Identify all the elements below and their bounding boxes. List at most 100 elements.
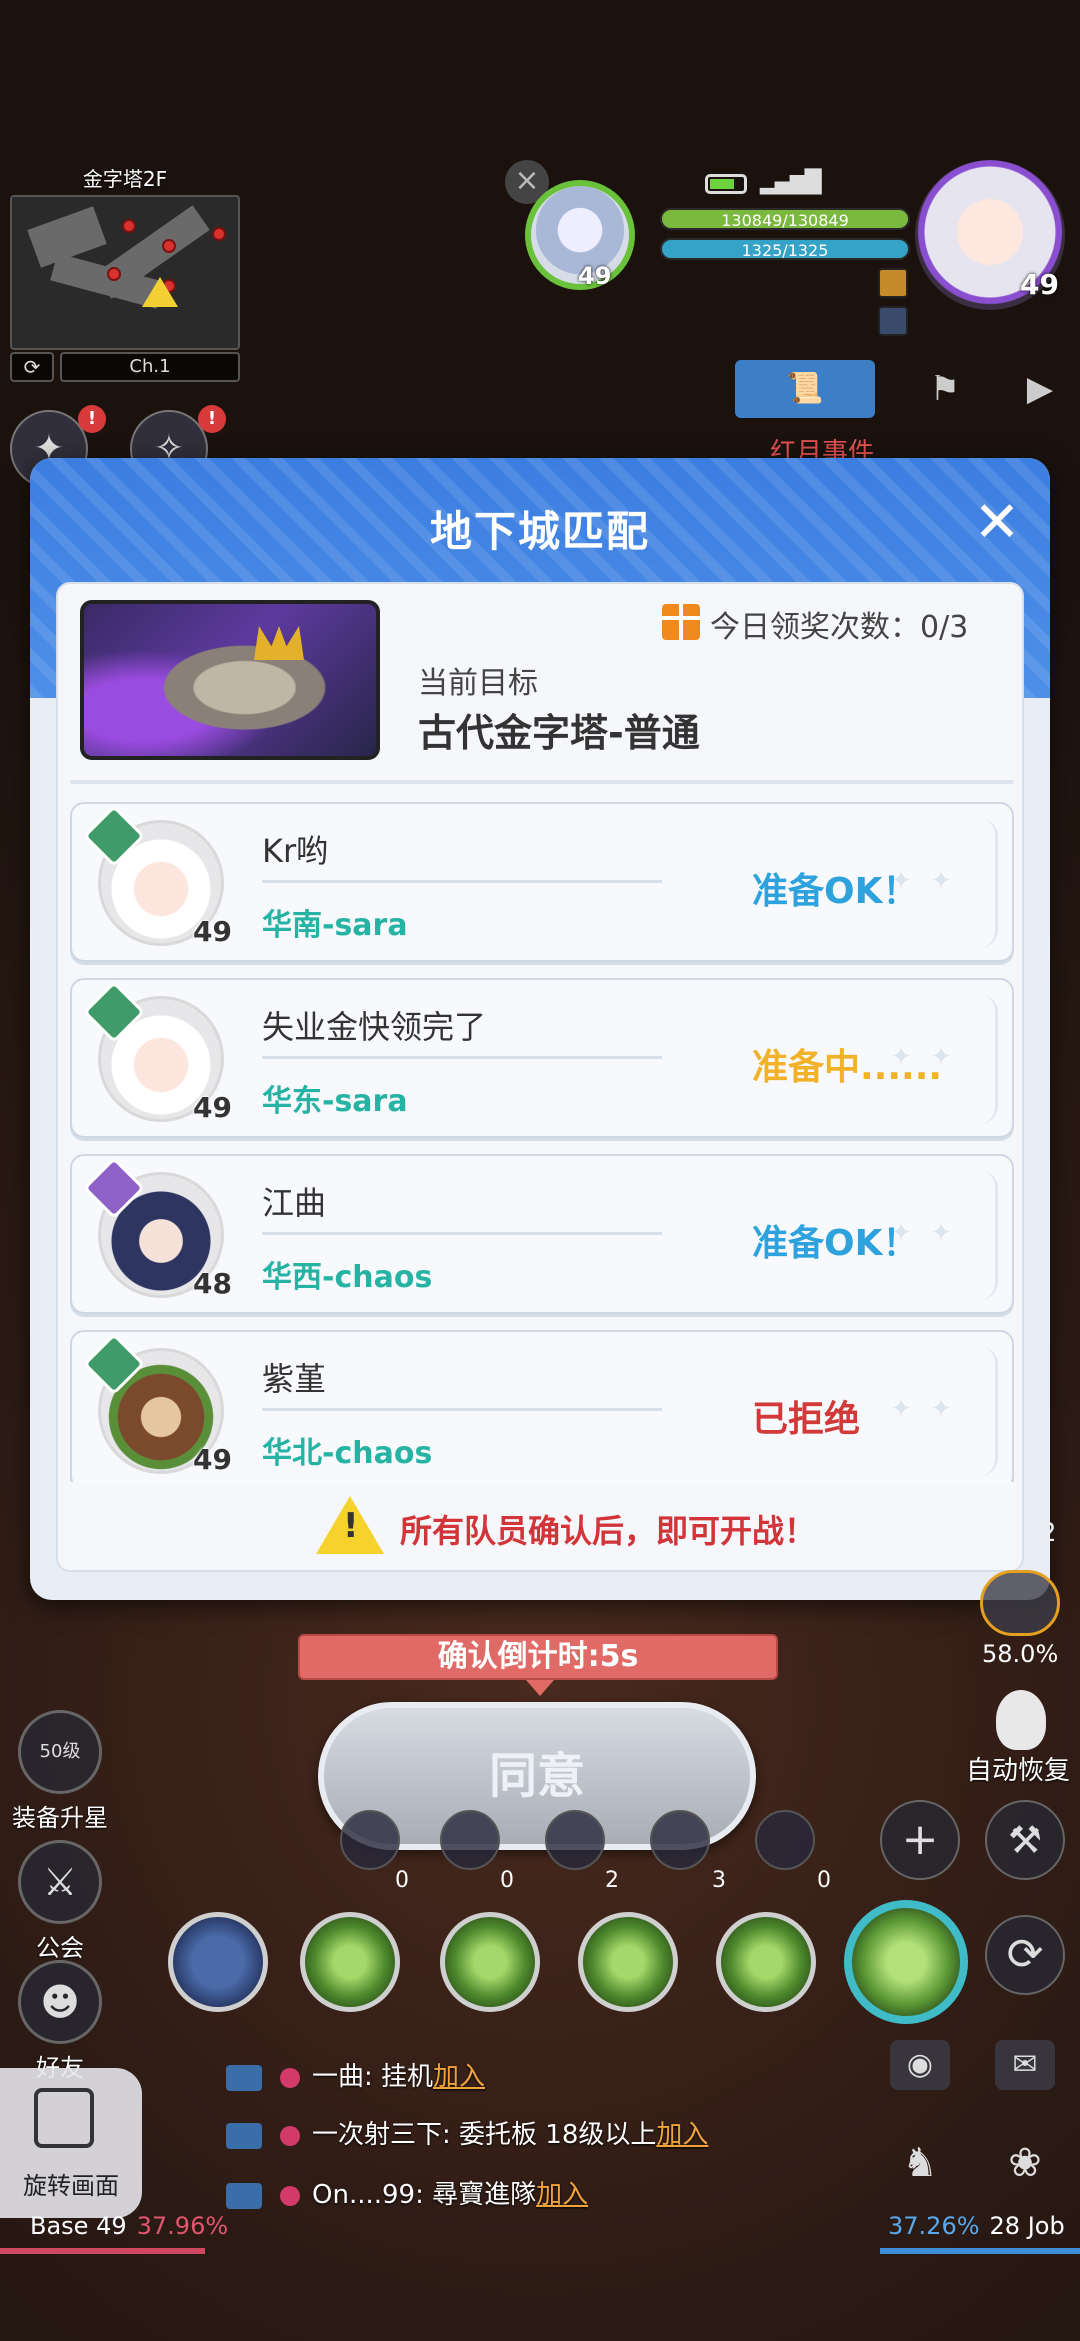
party-member-list[interactable]: ✦ ✦ 49 Kr哟 华南-sara 准备OK！ ✦ ✦ 49 失业金快领完了 … xyxy=(70,802,1014,1482)
member-name: Kr哟 xyxy=(262,832,329,870)
party-member-row: ✦ ✦ 49 紫堇 华北-chaos 已拒绝 xyxy=(70,1330,1014,1482)
chat-message[interactable]: 一次射三下: 委托板 18级以上加入 xyxy=(226,2114,708,2151)
member-avatar: 49 xyxy=(82,1332,232,1482)
buff-icon[interactable] xyxy=(878,268,908,298)
star-upgrade-icon: 50级 xyxy=(18,1710,102,1794)
member-level: 49 xyxy=(193,915,232,948)
member-server: 华南-sara xyxy=(262,908,408,943)
item-slot[interactable] xyxy=(650,1810,710,1870)
boss-image xyxy=(80,600,380,760)
member-avatar: 49 xyxy=(82,804,232,954)
tab-quest-scroll-icon[interactable]: 📜 xyxy=(735,360,875,418)
mount-icon[interactable]: ♞ xyxy=(890,2140,950,2200)
job-exp-bar xyxy=(880,2248,1080,2254)
item-count: 2 xyxy=(605,1868,619,1893)
skill-slot-icon[interactable] xyxy=(168,1912,268,2012)
join-link[interactable]: 加入 xyxy=(536,2180,588,2210)
member-server: 华东-sara xyxy=(262,1084,408,1119)
item-count: 0 xyxy=(817,1868,831,1893)
party-member-row: ✦ ✦ 48 江曲 华西-chaos 准备OK！ xyxy=(70,1154,1014,1314)
target-label: 当前目标 xyxy=(418,666,538,701)
item-count: 0 xyxy=(395,1868,409,1893)
chat-message[interactable]: 一曲: 挂机加入 xyxy=(226,2056,485,2093)
party-member-row: ✦ ✦ 49 Kr哟 华南-sara 准备OK！ xyxy=(70,802,1014,962)
player-level: 49 xyxy=(1020,268,1059,301)
close-icon[interactable]: ✕ xyxy=(970,495,1024,551)
main-attack-icon[interactable] xyxy=(844,1900,968,2024)
rotate-screen-label: 旋转画面 xyxy=(23,2172,119,2200)
guild-icon: ⚔ xyxy=(18,1840,102,1924)
member-status: 准备OK！ xyxy=(752,871,919,912)
member-avatar: 48 xyxy=(82,1156,232,1306)
member-server: 华西-chaos xyxy=(262,1260,433,1295)
member-status: 已拒绝 xyxy=(752,1399,861,1440)
sp-bar: 1325/1325 xyxy=(660,238,910,260)
member-name: 紫堇 xyxy=(262,1360,327,1398)
weight-percent: 58.0% xyxy=(982,1640,1059,1668)
weight-icon[interactable] xyxy=(980,1570,1060,1636)
friends-icon: ☻ xyxy=(18,1960,102,2044)
alert-badge-icon: ! xyxy=(78,405,106,433)
item-slot[interactable] xyxy=(755,1810,815,1870)
rotate-screen-button[interactable]: 旋转画面 xyxy=(0,2068,142,2218)
minimap[interactable] xyxy=(10,195,240,350)
member-status: 准备中...... xyxy=(752,1047,943,1088)
rotate-screen-icon xyxy=(34,2088,94,2148)
skill-slot-icon[interactable] xyxy=(716,1912,816,2012)
camera-icon[interactable]: ◉ xyxy=(890,2040,950,2090)
refresh-icon[interactable]: ⟳ xyxy=(10,352,54,382)
tools-icon[interactable]: ⚒ xyxy=(985,1800,1065,1880)
base-exp: Base 49 37.96% xyxy=(30,2212,229,2240)
map-name: 金字塔2F xyxy=(82,167,168,191)
side-number: 2 xyxy=(1040,1518,1057,1548)
member-avatar: 49 xyxy=(82,980,232,1130)
location-pin-icon xyxy=(280,2067,300,2088)
equip-upgrade-button[interactable]: 50级 装备升星 xyxy=(5,1710,115,1833)
mail-icon[interactable]: ✉ xyxy=(995,2040,1055,2090)
member-name: 江曲 xyxy=(262,1184,327,1222)
hp-bar: 130849/130849 xyxy=(660,208,910,230)
tab-expand-icon[interactable]: ▶ xyxy=(1000,360,1080,418)
member-status: 准备OK！ xyxy=(752,1223,919,1264)
location-pin-icon xyxy=(280,2125,300,2146)
guild-label: 公会 xyxy=(36,1934,84,1962)
add-icon[interactable]: + xyxy=(880,1800,960,1880)
item-count: 3 xyxy=(712,1868,726,1893)
member-level: 48 xyxy=(193,1267,232,1300)
skill-slot-icon[interactable] xyxy=(440,1912,540,2012)
emote-icon[interactable]: ❀ xyxy=(995,2140,1055,2200)
signal-icon: ▂▄▆█ xyxy=(760,170,822,195)
potion-icon[interactable] xyxy=(996,1690,1046,1750)
member-name: 失业金快领完了 xyxy=(262,1008,487,1046)
chat-message[interactable]: On....99: 尋寶進隊加入 xyxy=(226,2174,588,2211)
target-dungeon-name: 古代金字塔-普通 xyxy=(418,711,700,755)
switch-skills-icon[interactable]: ⟳ xyxy=(985,1915,1065,1995)
skill-slot-icon[interactable] xyxy=(300,1912,400,2012)
buff-icon[interactable] xyxy=(878,306,908,336)
divider xyxy=(70,780,1014,784)
alert-badge-icon: ! xyxy=(198,405,226,433)
confirm-countdown: 确认倒计时:5s xyxy=(298,1634,778,1680)
dialog-title: 地下城匹配 xyxy=(429,507,650,556)
guild-button[interactable]: ⚔ 公会 xyxy=(5,1840,115,1963)
item-slot[interactable] xyxy=(545,1810,605,1870)
job-exp: 37.26% 28 Job xyxy=(888,2212,1065,2240)
skill-slot-icon[interactable] xyxy=(578,1912,678,2012)
channel-selector[interactable]: Ch.1 xyxy=(60,352,240,382)
warning-text: 所有队员确认后，即可开战！ xyxy=(400,1512,817,1550)
player-marker-icon xyxy=(142,277,178,307)
auto-recover-label[interactable]: 自动恢复 xyxy=(966,1750,1070,1787)
megaphone-icon xyxy=(226,2182,262,2209)
dialog-body: 今日领奖次数：0/3 当前目标 古代金字塔-普通 ✦ ✦ 49 Kr哟 华南-s… xyxy=(56,582,1024,1572)
friends-button[interactable]: ☻ 好友 xyxy=(5,1960,115,2083)
dungeon-matching-dialog: 地下城匹配 ✕ 今日领奖次数：0/3 当前目标 古代金字塔-普通 ✦ ✦ 49 … xyxy=(30,458,1050,1600)
item-slot[interactable] xyxy=(340,1810,400,1870)
member-level: 49 xyxy=(193,1091,232,1124)
item-slot[interactable] xyxy=(440,1810,500,1870)
daily-reward-count: 今日领奖次数：0/3 xyxy=(710,610,969,645)
join-link[interactable]: 加入 xyxy=(656,2120,708,2150)
join-link[interactable]: 加入 xyxy=(433,2062,485,2092)
location-pin-icon xyxy=(280,2185,300,2206)
tab-team-icon[interactable]: ⚑ xyxy=(905,360,985,418)
gift-icon xyxy=(662,604,700,640)
